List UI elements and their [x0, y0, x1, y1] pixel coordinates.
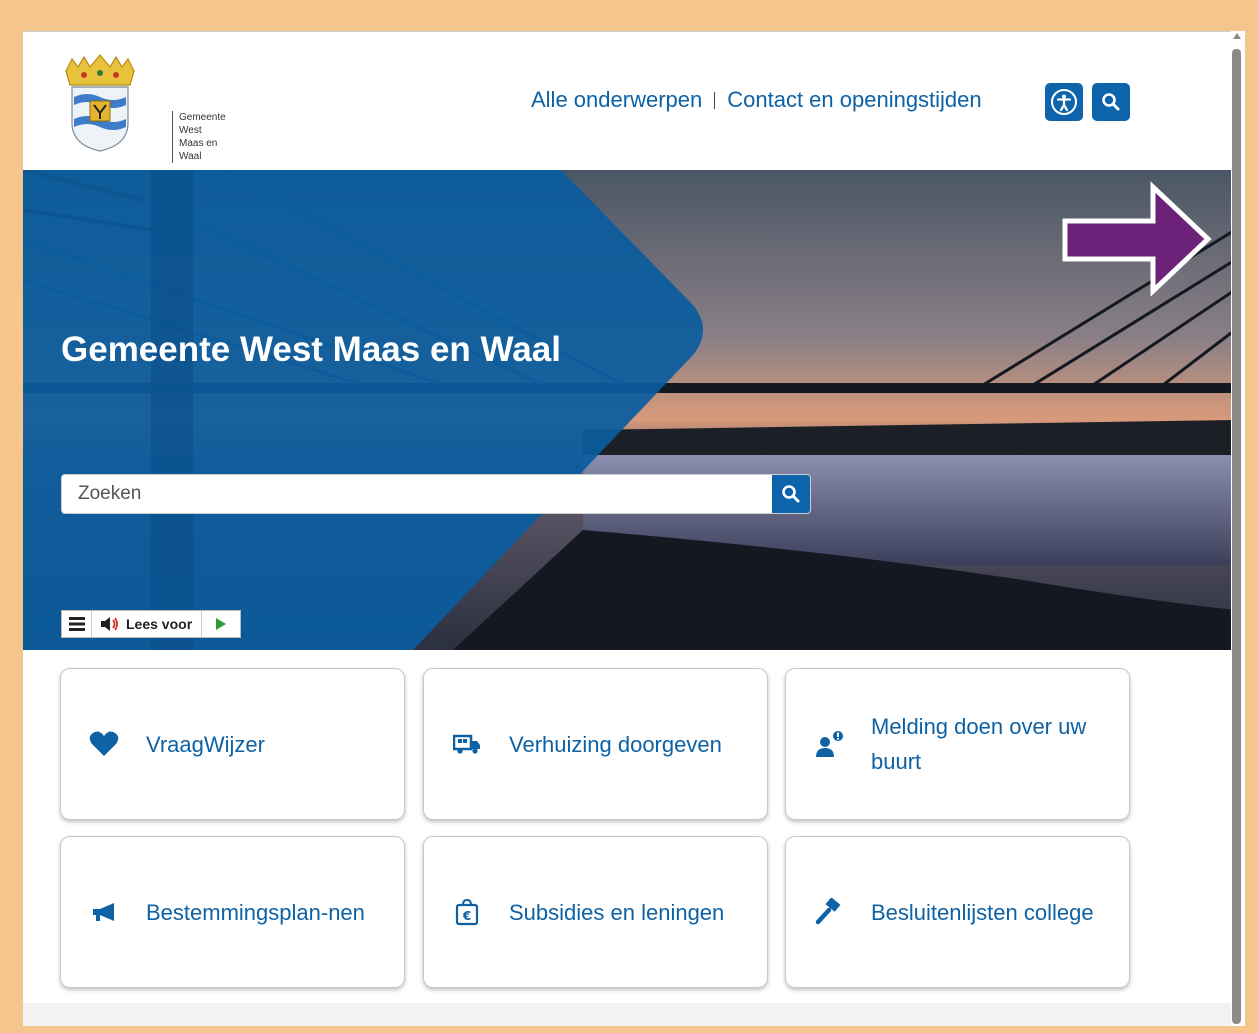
- tile-verhuizing[interactable]: Verhuizing doorgeven: [423, 668, 768, 820]
- hero-banner: Gemeente West Maas en Waal Zoeken Lees v…: [23, 170, 1235, 650]
- tile-label: Verhuizing doorgeven: [509, 731, 722, 757]
- logo-line: Maas en: [179, 138, 218, 149]
- readspeaker-play-button[interactable]: [202, 611, 240, 637]
- hero-search: [61, 474, 811, 514]
- annotation-arrow-icon: [1062, 181, 1212, 296]
- tile-bestemmingsplannen[interactable]: Bestemmingsplan-nen: [60, 836, 405, 988]
- readspeaker-widget: Lees voor: [61, 610, 242, 638]
- scrollbar-thumb[interactable]: [1232, 49, 1241, 1024]
- hamburger-icon: [68, 617, 85, 631]
- tile-label: Melding doen over uw buurt: [871, 714, 1087, 774]
- logo-line: Gemeente: [179, 112, 226, 123]
- vertical-scrollbar[interactable]: [1231, 31, 1245, 1026]
- search-icon: [782, 485, 800, 503]
- tile-label: Subsidies en leningen: [509, 899, 725, 925]
- municipality-logo[interactable]: Gemeente West Maas en Waal: [60, 53, 226, 163]
- readspeaker-menu-button[interactable]: [62, 611, 92, 637]
- svg-text:€: €: [462, 909, 471, 923]
- euro-bag-icon: €: [452, 897, 482, 927]
- nav-link-all-topics[interactable]: Alle onderwerpen: [531, 87, 702, 113]
- scroll-up-arrow-icon[interactable]: [1233, 33, 1241, 39]
- readspeaker-label: Lees voor: [126, 616, 193, 632]
- search-icon: [1102, 93, 1120, 111]
- tile-besluitenlijsten[interactable]: Besluitenlijsten college: [785, 836, 1130, 988]
- tile-subsidies[interactable]: € Subsidies en leningen: [423, 836, 768, 988]
- tile-melding-buurt[interactable]: Melding doen over uw buurt: [785, 668, 1130, 820]
- logo-line: Waal: [179, 151, 202, 162]
- logo-wordmark: Gemeente West Maas en Waal: [172, 111, 242, 163]
- tile-label: VraagWijzer: [146, 731, 265, 757]
- tile-vraagwijzer[interactable]: VraagWijzer: [60, 668, 405, 820]
- readspeaker-listen-button[interactable]: Lees voor: [92, 611, 203, 637]
- logo-line: West: [179, 125, 202, 136]
- nav-separator: [714, 91, 716, 109]
- play-icon: [216, 618, 227, 630]
- report-person-icon: [814, 729, 844, 759]
- hero-background-image: [23, 170, 1235, 650]
- gavel-icon: [814, 897, 844, 927]
- nav-link-contact[interactable]: Contact en openingstijden: [727, 87, 981, 113]
- moving-truck-icon: [452, 729, 482, 759]
- header-search-button[interactable]: [1092, 83, 1130, 121]
- heart-icon: [89, 729, 119, 759]
- accessibility-button[interactable]: [1045, 83, 1083, 121]
- accessibility-icon: [1051, 89, 1077, 115]
- megaphone-icon: [89, 897, 119, 927]
- search-input[interactable]: [62, 475, 772, 513]
- tile-label: Bestemmingsplan-nen: [146, 899, 365, 925]
- tile-label: Besluitenlijsten college: [871, 899, 1094, 925]
- top-divider: [23, 31, 1235, 32]
- browser-viewport: Gemeente West Maas en Waal Alle onderwer…: [23, 31, 1235, 1026]
- top-navigation: Alle onderwerpen Contact en openingstijd…: [531, 87, 982, 113]
- search-submit-button[interactable]: [772, 475, 810, 513]
- footer-strip: [23, 1003, 1235, 1026]
- speaker-icon: [101, 617, 118, 631]
- hero-title: Gemeente West Maas en Waal: [61, 330, 561, 369]
- coat-of-arms-icon: [65, 54, 135, 152]
